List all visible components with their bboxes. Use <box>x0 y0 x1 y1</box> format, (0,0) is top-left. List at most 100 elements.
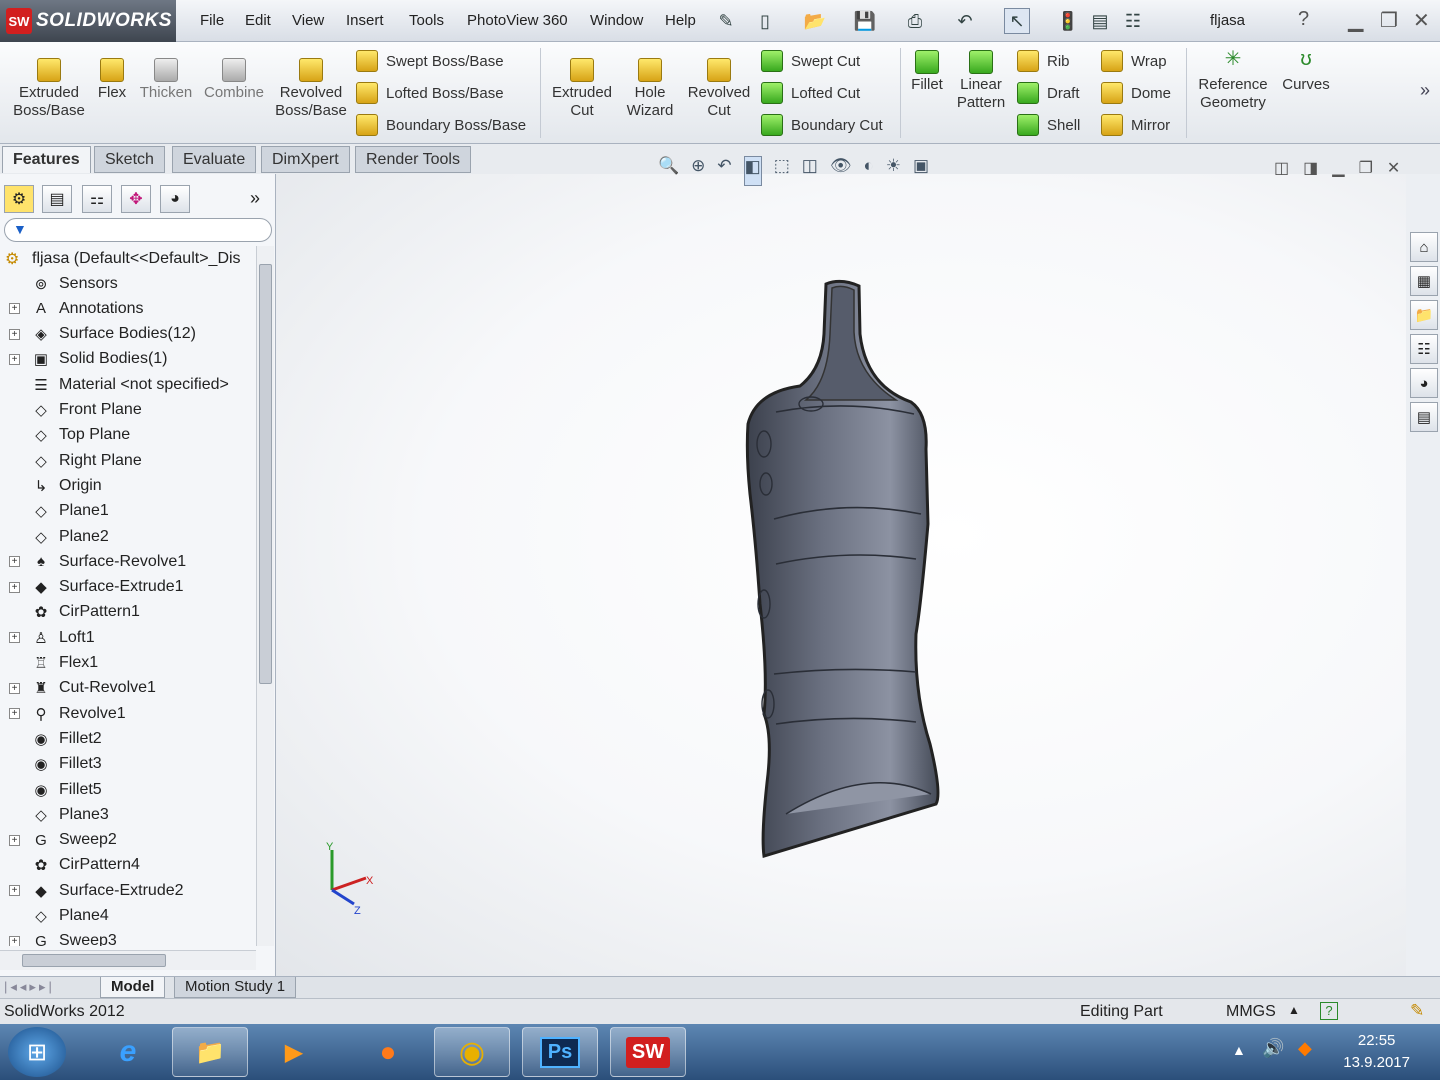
menu-insert[interactable]: Insert <box>346 12 384 29</box>
display-manager-tab-icon[interactable]: ◕ <box>160 185 190 213</box>
view-palette-icon[interactable]: ☷ <box>1410 334 1438 364</box>
tree-item[interactable]: + A Annotations <box>0 296 256 321</box>
3d-model[interactable] <box>716 274 956 874</box>
undo-icon[interactable]: ↶ <box>952 8 978 34</box>
tree-item[interactable]: ↳ Origin <box>0 473 256 498</box>
menu-help[interactable]: Help <box>665 12 696 29</box>
tree-item[interactable]: ◇ Front Plane <box>0 398 256 423</box>
help-icon[interactable]: ? <box>1298 8 1309 31</box>
select-cursor-icon[interactable]: ↖ <box>1004 8 1030 34</box>
tab-navigation-arrows[interactable]: |◂◂▸▸| <box>4 979 55 995</box>
zoom-to-area-icon[interactable]: ⊕ <box>691 156 705 186</box>
view-settings-icon[interactable]: ▣ <box>913 156 929 186</box>
rib-button[interactable]: Rib <box>1017 48 1070 74</box>
expand-toggle-icon[interactable]: + <box>9 885 20 897</box>
menu-view[interactable]: View <box>292 12 324 29</box>
tree-item[interactable]: ◇ Top Plane <box>0 423 256 448</box>
expand-toggle-icon[interactable]: + <box>9 682 20 694</box>
dome-button[interactable]: Dome <box>1101 80 1171 106</box>
tree-item[interactable]: ◉ Fillet3 <box>0 752 256 777</box>
property-manager-tab-icon[interactable]: ▤ <box>42 185 72 213</box>
rebuild-icon[interactable]: 🚦 <box>1055 8 1081 34</box>
units-arrow-icon[interactable]: ▲ <box>1288 1003 1300 1017</box>
edit-appearance-icon[interactable]: ◐ <box>863 156 873 186</box>
tab-features[interactable]: Features <box>2 146 91 173</box>
save-icon[interactable]: 💾 <box>852 8 878 34</box>
expand-toggle-icon[interactable]: + <box>9 708 20 720</box>
design-library-icon[interactable]: ▦ <box>1410 266 1438 296</box>
tree-item[interactable]: ✿ CirPattern4 <box>0 853 256 878</box>
print-icon[interactable]: ⎙ <box>902 8 928 34</box>
scroll-thumb[interactable] <box>259 264 272 684</box>
view-orientation-icon[interactable]: ⬚ <box>774 156 790 186</box>
viewport-close-icon[interactable]: ✕ <box>1387 158 1400 178</box>
photoshop-icon[interactable]: Ps <box>522 1027 598 1077</box>
wrap-button[interactable]: Wrap <box>1101 48 1167 74</box>
thicken-button[interactable]: Thicken <box>138 58 194 102</box>
tab-model[interactable]: Model <box>100 977 166 998</box>
expand-toggle-icon[interactable]: + <box>9 834 20 846</box>
tab-evaluate[interactable]: Evaluate <box>172 146 257 173</box>
feature-manager-tab-icon[interactable]: ⚙ <box>4 185 34 213</box>
chrome-icon[interactable]: ◉ <box>434 1027 510 1077</box>
appearances-icon[interactable]: ◕ <box>1410 368 1438 398</box>
custom-properties-icon[interactable]: ▤ <box>1410 402 1438 432</box>
previous-view-icon[interactable]: ↶ <box>717 156 731 186</box>
show-hidden-icons-icon[interactable]: ▲ <box>1232 1042 1246 1058</box>
tree-item[interactable]: + ⚲ Revolve1 <box>0 701 256 726</box>
restore-icon[interactable]: ❐ <box>1380 8 1398 33</box>
boundary-cut-button[interactable]: Boundary Cut <box>761 112 883 138</box>
tree-item[interactable]: ⊚ Sensors <box>0 271 256 296</box>
rebuild-status-icon[interactable]: ✎ <box>1410 1001 1424 1021</box>
hole-wizard-button[interactable]: Hole Wizard <box>622 58 678 120</box>
tree-item[interactable]: ✿ CirPattern1 <box>0 600 256 625</box>
pin-icon[interactable]: ✎ <box>713 8 739 34</box>
tree-item[interactable]: ◇ Plane3 <box>0 802 256 827</box>
tab-motion-study[interactable]: Motion Study 1 <box>174 977 297 998</box>
fillet-button[interactable]: Fillet <box>906 50 948 94</box>
configuration-manager-tab-icon[interactable]: ⚏ <box>82 185 112 213</box>
tree-item[interactable]: ♖ Flex1 <box>0 651 256 676</box>
expand-toggle-icon[interactable]: + <box>9 556 20 568</box>
ribbon-overflow-icon[interactable]: » <box>1420 80 1430 101</box>
expand-toggle-icon[interactable]: + <box>9 632 20 644</box>
open-folder-icon[interactable]: 📂 <box>802 8 828 34</box>
viewport-minimize-icon[interactable]: ▁ <box>1332 158 1344 178</box>
tree-item[interactable]: ◉ Fillet5 <box>0 777 256 802</box>
tab-sketch[interactable]: Sketch <box>94 146 165 173</box>
expand-panel-icon[interactable]: » <box>250 188 260 209</box>
extruded-cut-button[interactable]: Extruded Cut <box>548 58 616 120</box>
expand-toggle-icon[interactable]: + <box>9 935 20 946</box>
solidworks-taskbar-icon[interactable]: SW <box>610 1027 686 1077</box>
extruded-boss-button[interactable]: Extruded Boss/Base <box>10 58 88 120</box>
menu-edit[interactable]: Edit <box>245 12 271 29</box>
hide-show-items-icon[interactable]: 👁 <box>830 156 852 186</box>
close-icon[interactable]: ✕ <box>1413 8 1430 33</box>
volume-icon[interactable]: 🔊 <box>1262 1038 1284 1059</box>
tree-item[interactable]: + ◆ Surface-Extrude2 <box>0 878 256 903</box>
curves-button[interactable]: ʊ Curves <box>1278 49 1334 94</box>
graphics-area[interactable]: 🔍 ⊕ ↶ ◧ ⬚ ◫ 👁 ◐ ☀ ▣ ◫ ◨ ▁ ❐ ✕ Y X Z <box>276 156 1406 976</box>
file-explorer-icon[interactable]: 📁 <box>1410 300 1438 330</box>
file-explorer-taskbar-icon[interactable]: 📁 <box>172 1027 248 1077</box>
system-clock[interactable]: 22:55 13.9.2017 <box>1343 1030 1410 1074</box>
tree-item[interactable]: ◇ Plane1 <box>0 499 256 524</box>
tab-render-tools[interactable]: Render Tools <box>355 146 471 173</box>
expand-toggle-icon[interactable]: + <box>9 303 20 315</box>
tree-item[interactable]: + ♙ Loft1 <box>0 625 256 650</box>
tree-item[interactable]: ◇ Plane4 <box>0 904 256 929</box>
combine-button[interactable]: Combine <box>202 58 266 102</box>
tree-item[interactable]: + ◈ Surface Bodies(12) <box>0 322 256 347</box>
options-icon[interactable]: ☷ <box>1120 8 1146 34</box>
menu-tools[interactable]: Tools <box>409 12 444 29</box>
dimxpert-manager-tab-icon[interactable]: ✥ <box>121 185 151 213</box>
viewport-restore-icon[interactable]: ❐ <box>1359 158 1373 178</box>
lofted-boss-button[interactable]: Lofted Boss/Base <box>356 80 504 106</box>
tree-item[interactable]: ◇ Right Plane <box>0 448 256 473</box>
revolved-boss-button[interactable]: Revolved Boss/Base <box>272 58 350 120</box>
menu-photoview[interactable]: PhotoView 360 <box>467 12 568 29</box>
tab-dimxpert[interactable]: DimXpert <box>261 146 350 173</box>
zoom-to-fit-icon[interactable]: 🔍 <box>658 156 679 186</box>
tree-item[interactable]: ◉ Fillet2 <box>0 726 256 751</box>
tree-item[interactable]: + ♠ Surface-Revolve1 <box>0 549 256 574</box>
